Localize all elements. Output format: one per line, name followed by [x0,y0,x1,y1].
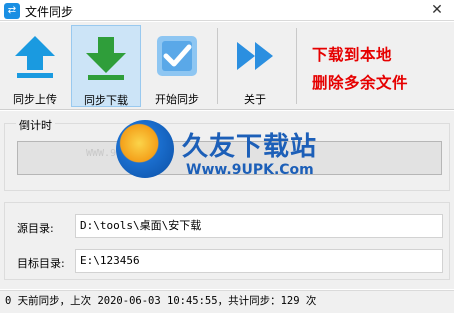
close-button[interactable]: ✕ [426,0,448,20]
watermark-logo-icon [116,120,174,178]
upload-arrow-icon [15,36,55,78]
start-sync-label: 开始同步 [155,93,199,106]
sync-download-button[interactable]: 同步下载 [71,25,141,107]
watermark: WWW.9UPK.COM 久友下载站 Www.9UPK.Com [86,118,346,194]
sync-upload-label: 同步上传 [13,93,57,106]
about-label: 关于 [244,93,266,106]
countdown-title: 倒计时 [16,117,55,133]
start-sync-button[interactable]: 开始同步 [142,25,212,107]
toolbar: 同步上传 同步下载 开始同步 关于 下载到本地 删除多余文件 [0,22,454,110]
fast-forward-icon [237,42,273,70]
source-dir-input[interactable]: D:\tools\桌面\安下载 [75,214,443,238]
about-button[interactable]: 关于 [220,25,290,107]
sync-download-label: 同步下载 [84,94,128,107]
watermark-url: Www.9UPK.Com [186,162,314,178]
promo-line-2: 删除多余文件 [312,74,409,92]
sync-app-icon: ⇄ [4,3,20,19]
paths-group: 源目录: D:\tools\桌面\安下载 目标目录: E:\123456 [4,202,450,280]
sync-upload-button[interactable]: 同步上传 [0,25,70,107]
download-arrow-icon [86,37,126,80]
title-bar: ⇄ 文件同步 ✕ [0,0,454,21]
promo-line-1: 下载到本地 [312,46,393,64]
toolbar-separator [296,28,297,104]
target-dir-label: 目标目录: [17,257,65,270]
checkbox-check-icon [157,36,197,76]
source-dir-label: 源目录: [17,222,54,235]
window-title: 文件同步 [25,5,74,19]
status-bar: 0 天前同步，上次 2020-06-03 10:45:55，共计同步：129 次 [0,290,454,313]
toolbar-separator [217,28,218,104]
target-dir-input[interactable]: E:\123456 [75,249,443,273]
promo-text: 下载到本地 删除多余文件 [312,41,452,97]
watermark-brand: 久友下载站 [182,132,318,162]
